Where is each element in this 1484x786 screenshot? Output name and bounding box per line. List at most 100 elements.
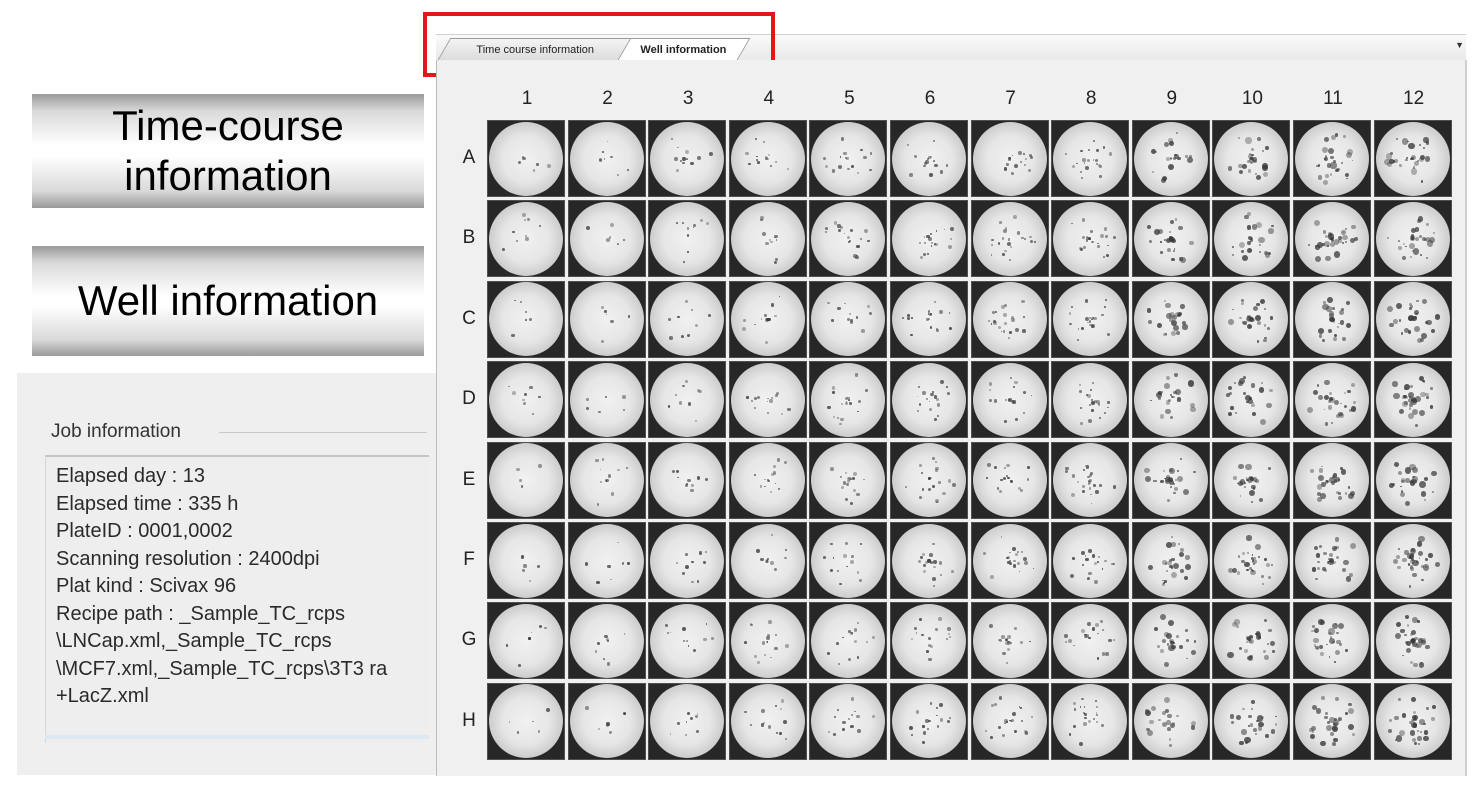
well-H11[interactable] (1293, 682, 1371, 760)
well-F1[interactable] (487, 522, 565, 599)
well-F3[interactable] (648, 522, 727, 599)
well-B9[interactable] (1131, 200, 1210, 278)
well-B11[interactable] (1293, 200, 1371, 278)
well-E4[interactable] (728, 441, 807, 519)
well-D9[interactable] (1131, 361, 1210, 439)
well-E8[interactable] (1051, 441, 1130, 519)
well-B5[interactable] (809, 200, 888, 278)
well-H9[interactable] (1131, 682, 1210, 760)
well-C12[interactable] (1373, 280, 1452, 358)
well-H7[interactable] (970, 682, 1049, 760)
well-A3[interactable] (648, 120, 727, 197)
well-D10[interactable] (1212, 361, 1291, 439)
well-H10[interactable] (1212, 682, 1291, 760)
well-G6[interactable] (890, 602, 968, 680)
well-E1[interactable] (487, 441, 565, 519)
well-G12[interactable] (1373, 602, 1452, 680)
well-F2[interactable] (567, 522, 646, 599)
well-G8[interactable] (1051, 602, 1130, 680)
well-C8[interactable] (1051, 280, 1130, 358)
well-G11[interactable] (1293, 602, 1371, 680)
well-D6[interactable] (890, 361, 968, 439)
well-E2[interactable] (567, 441, 646, 519)
well-E3[interactable] (648, 441, 727, 519)
well-C3[interactable] (648, 280, 727, 358)
well-B7[interactable] (970, 200, 1049, 278)
well-C7[interactable] (970, 280, 1049, 358)
well-E6[interactable] (890, 441, 968, 519)
well-F12[interactable] (1373, 522, 1452, 599)
well-H6[interactable] (890, 682, 968, 760)
well-F10[interactable] (1212, 522, 1291, 599)
well-H1[interactable] (487, 682, 565, 760)
well-A10[interactable] (1212, 120, 1291, 197)
well-A11[interactable] (1293, 120, 1371, 197)
well-G4[interactable] (728, 602, 807, 680)
well-F6[interactable] (890, 522, 968, 599)
well-C9[interactable] (1131, 280, 1210, 358)
well-E5[interactable] (809, 441, 888, 519)
well-A4[interactable] (728, 120, 807, 197)
well-H2[interactable] (567, 682, 646, 760)
well-A1[interactable] (487, 120, 565, 197)
well-E11[interactable] (1293, 441, 1371, 519)
well-D8[interactable] (1051, 361, 1130, 439)
well-C4[interactable] (728, 280, 807, 358)
well-B3[interactable] (648, 200, 727, 278)
well-H3[interactable] (648, 682, 727, 760)
well-G2[interactable] (567, 602, 646, 680)
tab-well-information[interactable]: Well information (617, 38, 751, 60)
well-A2[interactable] (567, 120, 646, 197)
well-E7[interactable] (970, 441, 1049, 519)
well-E12[interactable] (1373, 441, 1452, 519)
well-A7[interactable] (970, 120, 1049, 197)
well-D5[interactable] (809, 361, 888, 439)
well-F4[interactable] (728, 522, 807, 599)
well-E9[interactable] (1131, 441, 1210, 519)
well-C5[interactable] (809, 280, 888, 358)
well-B10[interactable] (1212, 200, 1291, 278)
well-F9[interactable] (1131, 522, 1210, 599)
well-D2[interactable] (567, 361, 646, 439)
well-F5[interactable] (809, 522, 888, 599)
well-D7[interactable] (970, 361, 1049, 439)
well-B4[interactable] (728, 200, 807, 278)
chevron-down-icon[interactable]: ▼ (1455, 40, 1464, 50)
well-B8[interactable] (1051, 200, 1130, 278)
well-F8[interactable] (1051, 522, 1130, 599)
well-H5[interactable] (809, 682, 888, 760)
well-D4[interactable] (728, 361, 807, 439)
well-D12[interactable] (1373, 361, 1452, 439)
well-A8[interactable] (1051, 120, 1130, 197)
well-A6[interactable] (890, 120, 968, 197)
well-G5[interactable] (809, 602, 888, 680)
well-H4[interactable] (728, 682, 807, 760)
colony-spot (860, 148, 863, 152)
well-B12[interactable] (1373, 200, 1452, 278)
well-E10[interactable] (1212, 441, 1291, 519)
well-B1[interactable] (487, 200, 565, 278)
well-A5[interactable] (809, 120, 888, 197)
well-G7[interactable] (970, 602, 1049, 680)
well-B6[interactable] (890, 200, 968, 278)
well-F11[interactable] (1293, 522, 1371, 599)
well-C10[interactable] (1212, 280, 1291, 358)
well-F7[interactable] (970, 522, 1049, 599)
well-G3[interactable] (648, 602, 727, 680)
well-A9[interactable] (1131, 120, 1210, 197)
well-G9[interactable] (1131, 602, 1210, 680)
well-C1[interactable] (487, 280, 565, 358)
well-D11[interactable] (1293, 361, 1371, 439)
well-C2[interactable] (567, 280, 646, 358)
well-C6[interactable] (890, 280, 968, 358)
well-G1[interactable] (487, 602, 565, 680)
well-C11[interactable] (1293, 280, 1371, 358)
colony-spot (936, 397, 939, 401)
well-H12[interactable] (1373, 682, 1452, 760)
well-G10[interactable] (1212, 602, 1291, 680)
well-D3[interactable] (648, 361, 727, 439)
well-A12[interactable] (1373, 120, 1452, 197)
well-D1[interactable] (487, 361, 565, 439)
well-B2[interactable] (567, 200, 646, 278)
well-H8[interactable] (1051, 682, 1130, 760)
